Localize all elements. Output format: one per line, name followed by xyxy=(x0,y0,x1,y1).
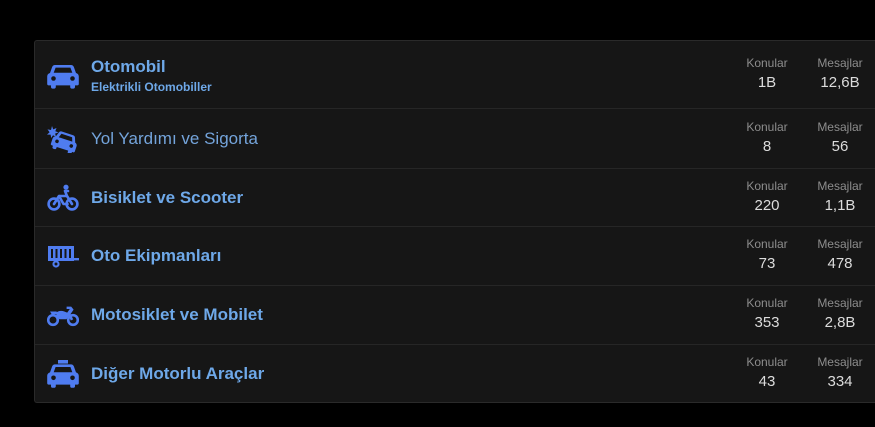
messages-count: 478 xyxy=(827,255,853,272)
messages-stat: Mesajlar 56 xyxy=(804,120,875,157)
messages-count: 1,1B xyxy=(824,196,856,214)
forum-list: Otomobil Elektrikli Otomobiller Konular … xyxy=(34,40,875,403)
topics-stat: Konular 220 xyxy=(731,179,803,216)
messages-stat: Mesajlar 1,1B xyxy=(804,179,875,216)
topics-stat: Konular 8 xyxy=(731,120,803,157)
forum-title-link[interactable]: Oto Ekipmanları xyxy=(91,245,221,267)
messages-stat: Mesajlar 12,6B xyxy=(804,56,875,93)
topics-count: 73 xyxy=(758,255,776,272)
messages-count: 12,6B xyxy=(820,73,860,91)
messages-stat: Mesajlar 478 xyxy=(804,237,875,274)
messages-stat: Mesajlar 334 xyxy=(804,355,875,392)
forum-title-link[interactable]: Diğer Motorlu Araçlar xyxy=(91,363,264,385)
messages-count: 56 xyxy=(831,137,849,155)
topics-count: 353 xyxy=(754,314,780,331)
forum-row-oto-ekipman: Oto Ekipmanları Konular 73 Mesajlar 478 xyxy=(35,227,875,286)
messages-count: 2,8B xyxy=(824,314,856,331)
topics-count: 8 xyxy=(762,137,772,155)
forum-row-diger-motorlu: Diğer Motorlu Araçlar Konular 43 Mesajla… xyxy=(35,345,875,402)
car-icon xyxy=(46,60,80,90)
motorcycle-icon xyxy=(46,300,80,330)
taxi-icon xyxy=(46,359,80,389)
forum-title-link[interactable]: Motosiklet ve Mobilet xyxy=(91,304,263,326)
topics-stat: Konular 43 xyxy=(731,355,803,392)
forum-row-bisiklet: Bisiklet ve Scooter Konular 220 Mesajlar… xyxy=(35,169,875,227)
topics-stat: Konular 1B xyxy=(731,56,803,93)
forum-title-link[interactable]: Otomobil xyxy=(91,56,212,78)
bicycle-icon xyxy=(46,183,80,213)
topics-count: 43 xyxy=(758,372,776,390)
forum-row-yol-yardimi: Yol Yardımı ve Sigorta Konular 8 Mesajla… xyxy=(35,109,875,169)
forum-row-motosiklet: Motosiklet ve Mobilet Konular 353 Mesajl… xyxy=(35,286,875,345)
messages-stat: Mesajlar 2,8B xyxy=(804,296,875,333)
car-crash-icon xyxy=(46,124,80,154)
forum-row-otomobil: Otomobil Elektrikli Otomobiller Konular … xyxy=(35,41,875,109)
subforum-link[interactable]: Elektrikli Otomobiller xyxy=(91,80,212,94)
forum-title-link[interactable]: Yol Yardımı ve Sigorta xyxy=(91,128,258,150)
forum-title-link[interactable]: Bisiklet ve Scooter xyxy=(91,187,243,209)
topics-count: 220 xyxy=(754,196,780,214)
topics-stat: Konular 353 xyxy=(731,296,803,333)
topics-stat: Konular 73 xyxy=(731,237,803,274)
messages-count: 334 xyxy=(827,372,853,390)
trailer-icon xyxy=(46,241,80,271)
topics-count: 1B xyxy=(757,73,777,91)
